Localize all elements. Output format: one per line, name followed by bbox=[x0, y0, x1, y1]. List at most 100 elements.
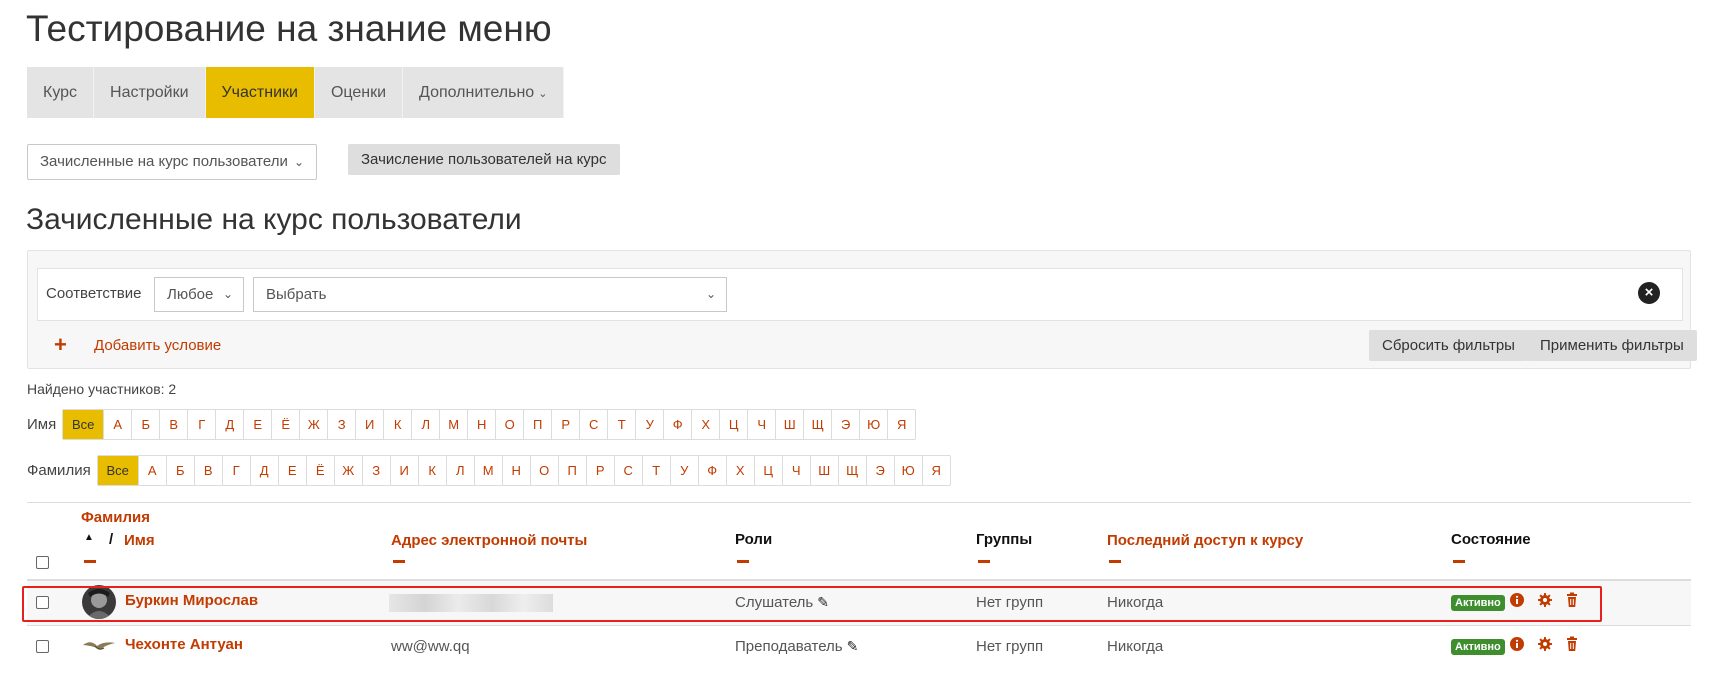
pencil-icon[interactable]: ✎ bbox=[817, 594, 829, 611]
firstname-initial-letter[interactable]: О bbox=[495, 410, 523, 439]
firstname-initial-letter[interactable]: П bbox=[523, 410, 551, 439]
firstname-initial-letter[interactable]: Э bbox=[831, 410, 859, 439]
column-header-last-access[interactable]: Последний доступ к курсу bbox=[1107, 532, 1303, 549]
lastname-initial-letter[interactable]: О bbox=[529, 456, 558, 485]
firstname-initial-letter[interactable]: Т bbox=[607, 410, 635, 439]
apply-filters-button[interactable]: Применить фильтры bbox=[1527, 330, 1697, 361]
chevron-down-icon: ⌄ bbox=[538, 88, 548, 100]
info-icon[interactable] bbox=[1509, 592, 1525, 608]
lastname-initial-letter[interactable]: Ж bbox=[333, 456, 362, 485]
participants-page-select[interactable]: Зачисленные на курс пользователи ⌄ bbox=[27, 144, 317, 180]
lastname-initial-all[interactable]: Все bbox=[97, 456, 138, 485]
firstname-initial-letter[interactable]: З bbox=[327, 410, 355, 439]
tab-more[interactable]: Дополнительно ⌄ bbox=[403, 67, 565, 118]
lastname-initial-letter[interactable]: Х bbox=[725, 456, 754, 485]
row-select-checkbox[interactable] bbox=[36, 596, 49, 609]
gear-icon[interactable] bbox=[1537, 592, 1553, 608]
lastname-initial-letter[interactable]: Ф bbox=[697, 456, 726, 485]
pencil-icon[interactable]: ✎ bbox=[847, 638, 859, 655]
lastname-initial-letter[interactable]: Р bbox=[585, 456, 614, 485]
tab-course[interactable]: Курс bbox=[27, 67, 95, 118]
firstname-initial-letter[interactable]: Я bbox=[887, 410, 915, 439]
hide-column-status-icon[interactable] bbox=[1453, 560, 1465, 563]
lastname-initial-letter[interactable]: Я bbox=[921, 456, 950, 485]
firstname-initial-all[interactable]: Все bbox=[63, 410, 104, 439]
user-fullname-link[interactable]: Буркин Мирослав bbox=[125, 592, 258, 609]
gear-icon[interactable] bbox=[1537, 636, 1553, 652]
lastname-initial-letter[interactable]: С bbox=[613, 456, 642, 485]
hide-column-lastname-icon[interactable] bbox=[84, 560, 96, 563]
tab-grades[interactable]: Оценки bbox=[314, 67, 404, 118]
hide-column-email-icon[interactable] bbox=[393, 560, 405, 563]
add-condition-link[interactable]: Добавить условие bbox=[94, 337, 221, 354]
lastname-initial-letter[interactable]: Н bbox=[501, 456, 530, 485]
lastname-initial-letter[interactable]: Э bbox=[865, 456, 894, 485]
lastname-initial-letter[interactable]: П bbox=[557, 456, 586, 485]
firstname-initial-letter[interactable]: Н bbox=[467, 410, 495, 439]
column-header-firstname[interactable]: Имя bbox=[124, 532, 155, 549]
user-avatar[interactable] bbox=[82, 585, 116, 619]
firstname-initial-letter[interactable]: У bbox=[635, 410, 663, 439]
firstname-initial-letter[interactable]: А bbox=[103, 410, 131, 439]
row-select-checkbox[interactable] bbox=[36, 640, 49, 653]
lastname-initial-letter[interactable]: Ч bbox=[781, 456, 810, 485]
hide-column-groups-icon[interactable] bbox=[978, 560, 990, 563]
firstname-initial-letter[interactable]: Л bbox=[411, 410, 439, 439]
lastname-initial-letter[interactable]: М bbox=[473, 456, 502, 485]
firstname-initial-letter[interactable]: Д bbox=[215, 410, 243, 439]
lastname-initial-letter[interactable]: У bbox=[669, 456, 698, 485]
lastname-initial-letter[interactable]: К bbox=[417, 456, 446, 485]
firstname-initial-letter[interactable]: Г bbox=[187, 410, 215, 439]
column-header-email[interactable]: Адрес электронной почты bbox=[391, 532, 587, 549]
lastname-initial-letter[interactable]: Ю bbox=[893, 456, 922, 485]
lastname-initial-letter[interactable]: Д bbox=[249, 456, 278, 485]
firstname-initial-letter[interactable]: Ф bbox=[663, 410, 691, 439]
remove-filter-row-icon[interactable]: × bbox=[1638, 282, 1660, 304]
enrol-users-button[interactable]: Зачисление пользователей на курс bbox=[348, 144, 620, 175]
firstname-initial-letter[interactable]: Х bbox=[691, 410, 719, 439]
firstname-initial-letter[interactable]: Ч bbox=[747, 410, 775, 439]
reset-filters-button[interactable]: Сбросить фильтры bbox=[1369, 330, 1528, 361]
plus-icon[interactable]: + bbox=[54, 334, 67, 356]
lastname-initial-letter[interactable]: Г bbox=[221, 456, 250, 485]
user-avatar[interactable] bbox=[82, 629, 116, 663]
lastname-initial-letter[interactable]: Ш bbox=[809, 456, 838, 485]
firstname-initial-letter[interactable]: К bbox=[383, 410, 411, 439]
firstname-initial-letter[interactable]: Ц bbox=[719, 410, 747, 439]
info-icon[interactable] bbox=[1509, 636, 1525, 652]
firstname-initial-letter[interactable]: Ю bbox=[859, 410, 887, 439]
firstname-initial-letter[interactable]: Ё bbox=[271, 410, 299, 439]
lastname-initial-letter[interactable]: Щ bbox=[837, 456, 866, 485]
hide-column-last-access-icon[interactable] bbox=[1109, 560, 1121, 563]
firstname-initial-letter[interactable]: Ш bbox=[775, 410, 803, 439]
trash-icon[interactable] bbox=[1564, 636, 1580, 652]
filter-type-select[interactable]: Выбрать ⌄ bbox=[253, 277, 727, 312]
hide-column-roles-icon[interactable] bbox=[737, 560, 749, 563]
firstname-initial-letter[interactable]: В bbox=[159, 410, 187, 439]
firstname-initial-letter[interactable]: Р bbox=[551, 410, 579, 439]
tab-settings[interactable]: Настройки bbox=[94, 67, 206, 118]
lastname-initial-letter[interactable]: В bbox=[193, 456, 222, 485]
lastname-initial-letter[interactable]: Т bbox=[641, 456, 670, 485]
firstname-initial-letter[interactable]: И bbox=[355, 410, 383, 439]
lastname-initial-letter[interactable]: А bbox=[137, 456, 166, 485]
lastname-initial-letter[interactable]: Ц bbox=[753, 456, 782, 485]
lastname-initial-letter[interactable]: Л bbox=[445, 456, 474, 485]
firstname-initial-letter[interactable]: Е bbox=[243, 410, 271, 439]
user-fullname-link[interactable]: Чехонте Антуан bbox=[125, 636, 243, 653]
firstname-initial-letter[interactable]: Ж bbox=[299, 410, 327, 439]
trash-icon[interactable] bbox=[1564, 592, 1580, 608]
lastname-initial-letter[interactable]: Е bbox=[277, 456, 306, 485]
firstname-initial-letter[interactable]: С bbox=[579, 410, 607, 439]
lastname-initial-letter[interactable]: Б bbox=[165, 456, 194, 485]
firstname-initial-letter[interactable]: М bbox=[439, 410, 467, 439]
lastname-initial-letter[interactable]: И bbox=[389, 456, 418, 485]
firstname-initial-letter[interactable]: Щ bbox=[803, 410, 831, 439]
firstname-initial-letter[interactable]: Б bbox=[131, 410, 159, 439]
lastname-initial-letter[interactable]: Ё bbox=[305, 456, 334, 485]
tab-participants[interactable]: Участники bbox=[205, 67, 315, 118]
select-all-checkbox[interactable] bbox=[36, 556, 49, 569]
lastname-initial-letter[interactable]: З bbox=[361, 456, 390, 485]
match-select[interactable]: Любое ⌄ bbox=[154, 277, 244, 312]
column-header-lastname[interactable]: Фамилия bbox=[81, 509, 150, 526]
